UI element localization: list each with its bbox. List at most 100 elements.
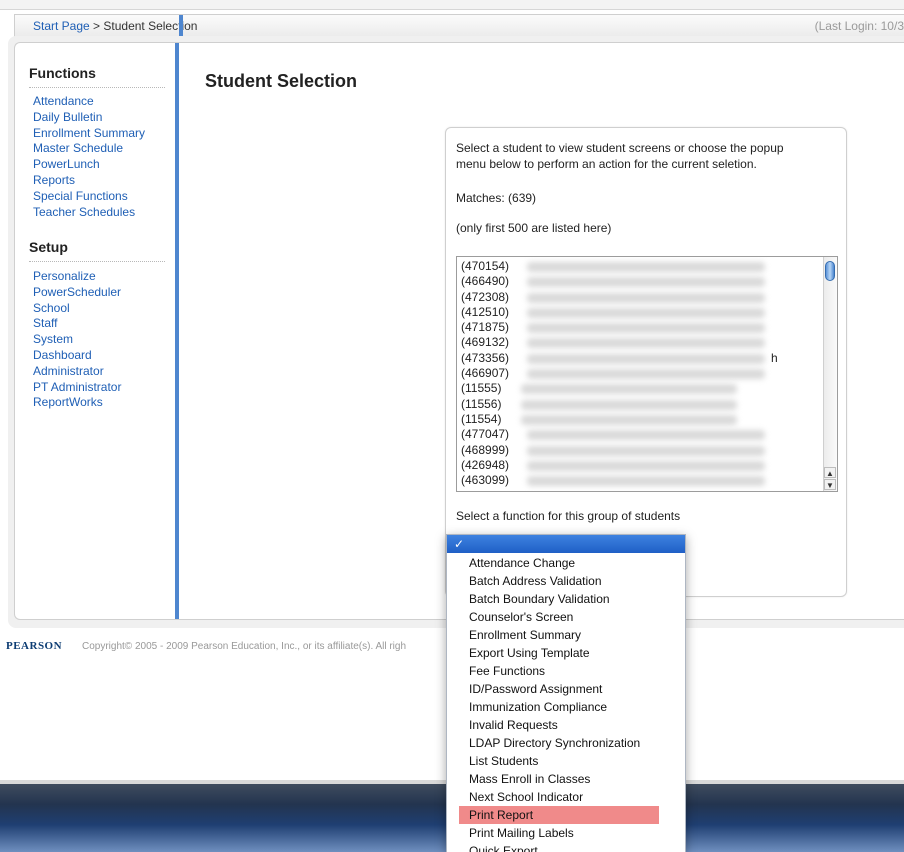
list-item[interactable]: (11554)	[461, 412, 837, 427]
dropdown-option-batch-address-validation[interactable]: Batch Address Validation	[447, 572, 685, 590]
student-id: (468999)	[461, 442, 510, 457]
sidebar-item-administrator[interactable]: Administrator	[33, 364, 121, 380]
sidebar-item-staff[interactable]: Staff	[33, 316, 121, 332]
sidebar-item-system[interactable]: System	[33, 332, 121, 348]
dropdown-option-list-students[interactable]: List Students	[447, 752, 685, 770]
listbox-scrollbar[interactable]: ▲ ▼	[823, 257, 837, 491]
list-item[interactable]: (463099)	[461, 473, 837, 488]
sidebar-link[interactable]: Attendance	[33, 94, 94, 108]
setup-heading: Setup	[29, 239, 68, 255]
last-login-text: (Last Login: 10/3	[814, 19, 904, 33]
dropdown-option-invalid-requests[interactable]: Invalid Requests	[447, 716, 685, 734]
list-item[interactable]: (471875)	[461, 320, 837, 335]
sidebar-item-personalize[interactable]: Personalize	[33, 269, 121, 285]
sidebar-link[interactable]: Teacher Schedules	[33, 205, 135, 219]
sidebar-link[interactable]: PowerLunch	[33, 157, 100, 171]
student-id: (477047)	[461, 427, 510, 442]
list-item[interactable]: (469132)	[461, 335, 837, 350]
sidebar-link[interactable]: Enrollment Summary	[33, 126, 145, 140]
dropdown-option-fee-functions[interactable]: Fee Functions	[447, 662, 685, 680]
list-item[interactable]: (470154)	[461, 259, 837, 274]
sidebar-item-enrollment-summary[interactable]: Enrollment Summary	[33, 126, 145, 142]
dropdown-option-immunization-compliance[interactable]: Immunization Compliance	[447, 698, 685, 716]
dropdown-option-attendance-change[interactable]: Attendance Change	[447, 554, 685, 572]
list-item[interactable]: (468999)	[461, 443, 837, 458]
sidebar-item-special-functions[interactable]: Special Functions	[33, 189, 145, 205]
list-item[interactable]: (412510)	[461, 305, 837, 320]
dropdown-option-enrollment-summary[interactable]: Enrollment Summary	[447, 626, 685, 644]
list-item[interactable]: (11555)	[461, 381, 837, 396]
redacted-student-name	[527, 353, 765, 364]
sidebar-link[interactable]: Master Schedule	[33, 141, 123, 155]
sidebar-item-reports[interactable]: Reports	[33, 173, 145, 189]
sidebar-item-powerlunch[interactable]: PowerLunch	[33, 157, 145, 173]
dropdown-selected-blank-option[interactable]: ✓	[447, 535, 685, 553]
student-id: (11556)	[461, 396, 502, 411]
student-listbox[interactable]: (470154) (466490) (472308) (412510) (471875)…	[456, 256, 838, 492]
redacted-student-name	[521, 399, 737, 410]
sidebar-item-pt-administrator[interactable]: PT Administrator	[33, 380, 121, 396]
page-title: Student Selection	[205, 71, 358, 91]
list-item[interactable]: (426948)	[461, 458, 837, 473]
sidebar-link[interactable]: Dashboard	[33, 348, 92, 362]
dropdown-option-id-password-assignment[interactable]: ID/Password Assignment	[447, 680, 685, 698]
sidebar-link[interactable]: System	[33, 332, 73, 346]
redacted-student-name	[527, 262, 765, 272]
breadcrumb-divider	[179, 15, 183, 37]
list-item[interactable]: (477047)	[461, 427, 837, 442]
sidebar-link[interactable]: Reports	[33, 173, 75, 187]
list-item[interactable]: (473356) h	[461, 351, 837, 366]
functions-heading: Functions	[29, 65, 96, 81]
breadcrumb-start-page-link[interactable]: Start Page	[33, 19, 90, 33]
sidebar-item-attendance[interactable]: Attendance	[33, 94, 145, 110]
scroll-down-arrow-icon[interactable]: ▼	[824, 479, 836, 490]
sidebar-item-daily-bulletin[interactable]: Daily Bulletin	[33, 110, 145, 126]
dropdown-option-print-mailing-labels[interactable]: Print Mailing Labels	[447, 824, 685, 842]
function-dropdown-menu[interactable]: ✓ Attendance Change Batch Address Validat…	[446, 534, 686, 852]
sidebar-link[interactable]: ReportWorks	[33, 395, 103, 409]
sidebar-link[interactable]: Personalize	[33, 269, 96, 283]
functions-divider	[29, 87, 165, 88]
sidebar-item-school[interactable]: School	[33, 301, 121, 317]
window-top-strip	[0, 0, 904, 10]
student-id: (466490)	[461, 274, 510, 289]
scrollbar-thumb[interactable]	[825, 261, 835, 281]
copyright-text: Copyright© 2005 - 2009 Pearson Education…	[82, 641, 407, 652]
sidebar-link[interactable]: Staff	[33, 316, 57, 330]
sidebar-item-reportworks[interactable]: ReportWorks	[33, 395, 121, 411]
dropdown-option-ldap-directory-synchronization[interactable]: LDAP Directory Synchronization	[447, 734, 685, 752]
sidebar-item-powerscheduler[interactable]: PowerScheduler	[33, 285, 121, 301]
list-item[interactable]: (11556)	[461, 397, 837, 412]
dropdown-option-quick-export[interactable]: Quick Export	[447, 842, 685, 852]
dropdown-option-mass-enroll-in-classes[interactable]: Mass Enroll in Classes	[447, 770, 685, 788]
student-id: (426948)	[461, 457, 510, 472]
dropdown-option-print-report[interactable]: Print Report	[459, 806, 659, 824]
redacted-student-name	[527, 430, 765, 441]
list-item[interactable]: (472308)	[461, 290, 837, 305]
student-id: (471875)	[461, 320, 510, 335]
dropdown-option-counselor-s-screen[interactable]: Counselor's Screen	[447, 608, 685, 626]
sidebar-item-master-schedule[interactable]: Master Schedule	[33, 141, 145, 157]
redacted-student-name	[527, 445, 765, 456]
sidebar-link[interactable]: PT Administrator	[33, 380, 121, 394]
sidebar-divider	[175, 43, 179, 619]
dropdown-option-export-using-template[interactable]: Export Using Template	[447, 644, 685, 662]
sidebar-link[interactable]: School	[33, 301, 70, 315]
sidebar-item-teacher-schedules[interactable]: Teacher Schedules	[33, 205, 145, 221]
sidebar-item-dashboard[interactable]: Dashboard	[33, 348, 121, 364]
list-item[interactable]: (466907)	[461, 366, 837, 381]
scroll-up-arrow-icon[interactable]: ▲	[824, 467, 836, 478]
sidebar-link[interactable]: Special Functions	[33, 189, 128, 203]
student-id: (469132)	[461, 335, 510, 350]
sidebar-link[interactable]: Administrator	[33, 364, 104, 378]
student-id: (470154)	[461, 259, 510, 273]
list-item[interactable]: (466490)	[461, 274, 837, 289]
student-list: (470154) (466490) (472308) (412510) (471875)…	[457, 257, 837, 488]
setup-list: Personalize PowerScheduler School Staff Syst…	[33, 269, 121, 411]
sidebar-link[interactable]: PowerScheduler	[33, 285, 121, 299]
instructions-line-1: Select a student to view student screens…	[456, 141, 784, 155]
sidebar-link[interactable]: Daily Bulletin	[33, 110, 102, 124]
redacted-student-name	[527, 323, 765, 334]
dropdown-option-next-school-indicator[interactable]: Next School Indicator	[447, 788, 685, 806]
dropdown-option-batch-boundary-validation[interactable]: Batch Boundary Validation	[447, 590, 685, 608]
